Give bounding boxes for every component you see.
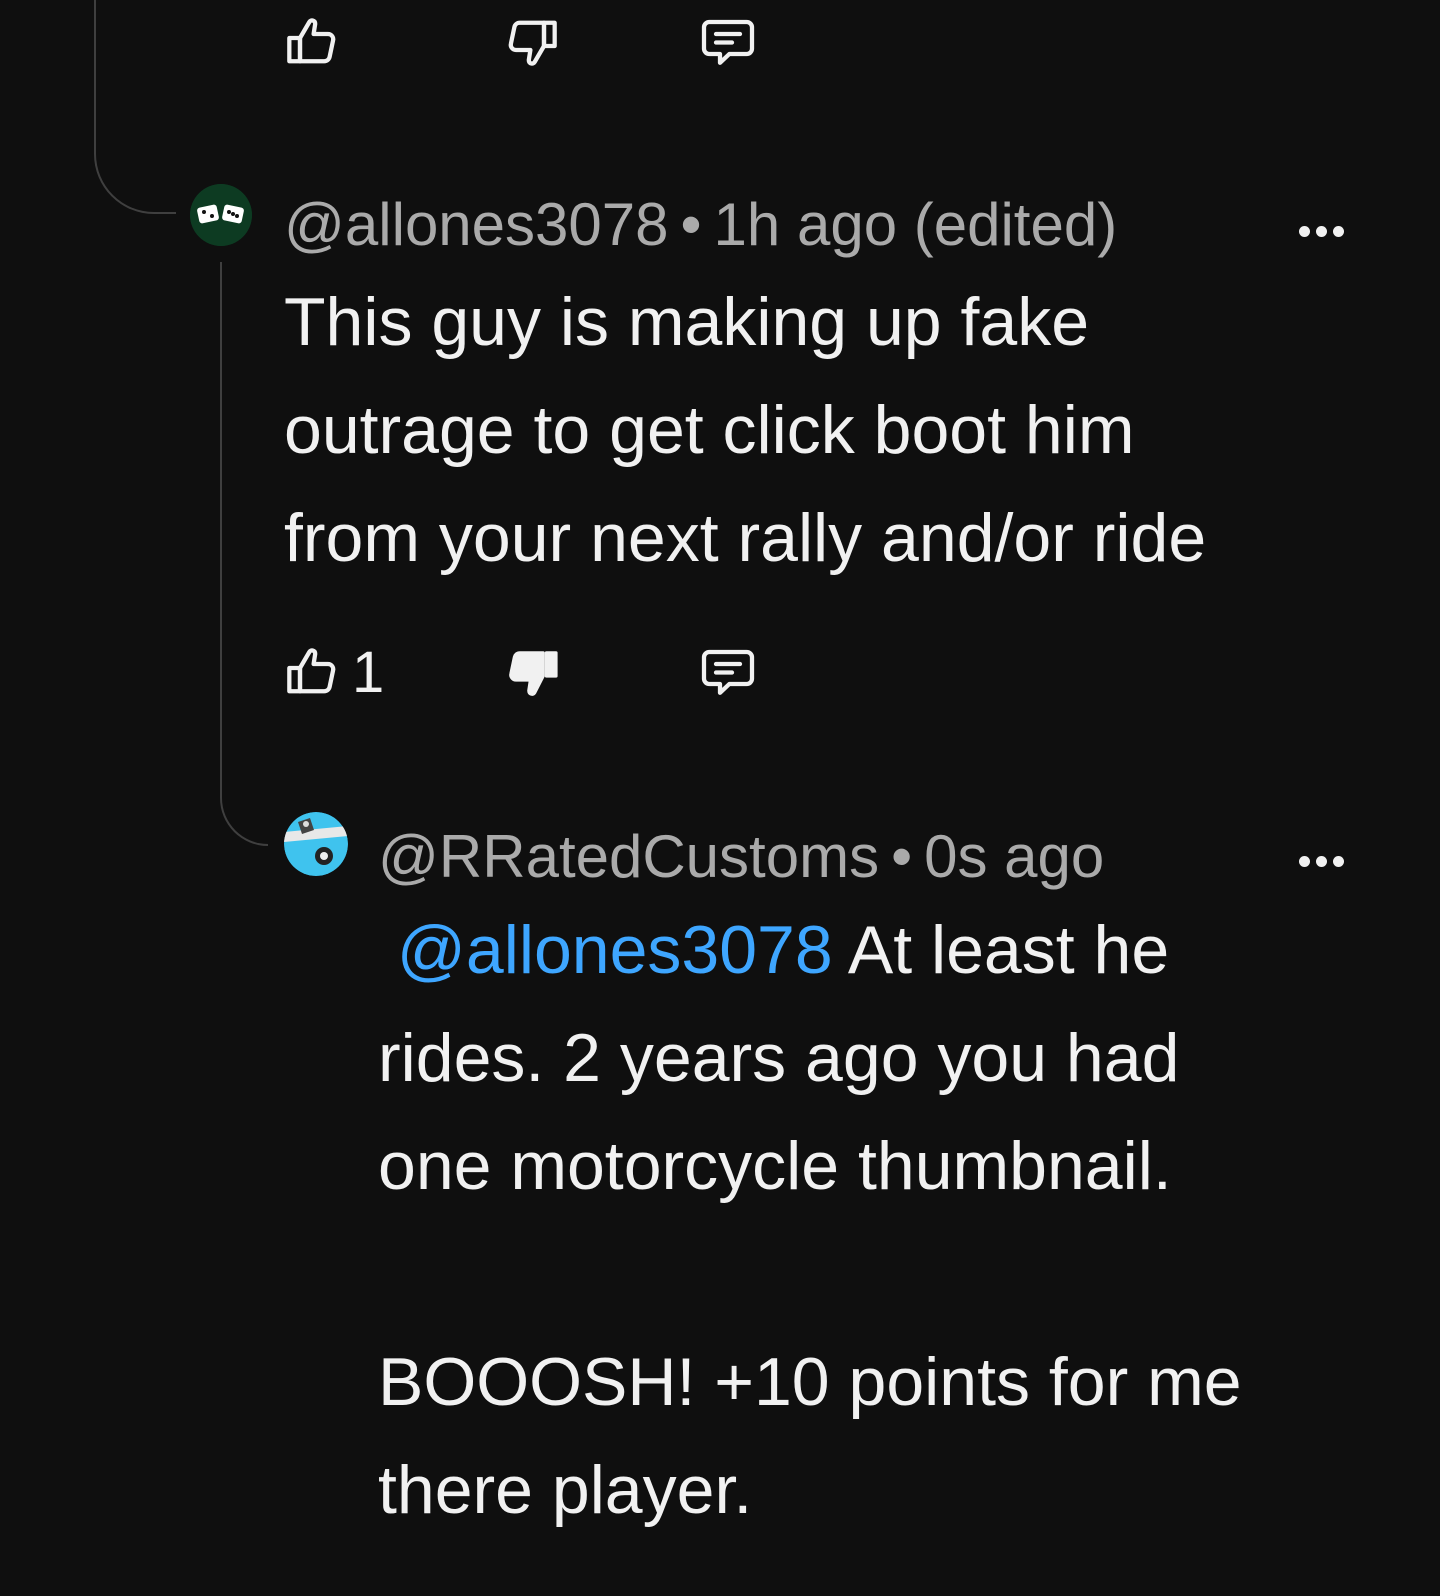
reply-icon <box>701 19 755 65</box>
thread-line-reply <box>220 262 222 782</box>
avatar-photo-icon <box>284 812 348 876</box>
avatar-rratedcustoms[interactable] <box>284 812 348 876</box>
comment1-actions: 1 <box>280 632 800 712</box>
reply-button[interactable] <box>696 2 760 82</box>
more-dot <box>1315 225 1327 237</box>
comment1-text: This guy is making up fake outrage to ge… <box>284 284 1207 576</box>
comment2-meta: @RRatedCustoms • 0s ago <box>378 822 1104 892</box>
comment1-like-count: 1 <box>352 639 385 705</box>
thread-connector-top <box>94 0 176 214</box>
comment1-author-handle[interactable]: @allones3078 <box>284 191 669 258</box>
comment1-reply-button[interactable] <box>696 632 760 712</box>
comment2-author-handle[interactable]: @RRatedCustoms <box>378 823 879 890</box>
comment1-timestamp: 1h ago (edited) <box>713 191 1118 258</box>
thumbs-down-icon <box>508 20 557 66</box>
dice-logo-icon <box>190 184 252 246</box>
parent-comment-actions <box>280 2 800 82</box>
more-options-icon <box>1298 855 1310 867</box>
comment2-mention-link[interactable]: @allones3078 <box>397 912 833 988</box>
thumbs-up-icon <box>287 18 336 64</box>
comment1-more-options-button[interactable] <box>1286 206 1356 256</box>
comment1-meta: @allones3078 • 1h ago (edited) <box>284 190 1117 260</box>
comment1-dislike-button[interactable] <box>500 632 564 712</box>
dislike-button[interactable] <box>500 2 564 82</box>
avatar-allones3078[interactable] <box>190 184 252 246</box>
comment1-separator: • <box>680 191 702 258</box>
like-button[interactable] <box>280 2 344 82</box>
reply-icon <box>701 649 755 695</box>
comment2-text-rest: rides. 2 years ago you had one motorcycl… <box>378 1020 1242 1528</box>
thumbs-down-filled-icon <box>509 651 558 696</box>
thumbs-up-icon <box>287 648 336 694</box>
comment2-text-line1: At least he <box>832 912 1170 988</box>
comment2-timestamp: 0s ago <box>924 823 1105 890</box>
more-dot <box>1332 225 1344 237</box>
comment2-text: @allones3078 At least he rides. 2 years … <box>378 896 1418 1544</box>
more-dot <box>1332 855 1344 867</box>
more-dot <box>1315 855 1327 867</box>
comment2-more-options-button[interactable] <box>1286 836 1356 886</box>
comment2-separator: • <box>891 823 913 890</box>
comment1-like-button[interactable]: 1 <box>280 632 384 712</box>
thread-connector-reply <box>220 780 268 846</box>
more-options-icon <box>1298 225 1310 237</box>
